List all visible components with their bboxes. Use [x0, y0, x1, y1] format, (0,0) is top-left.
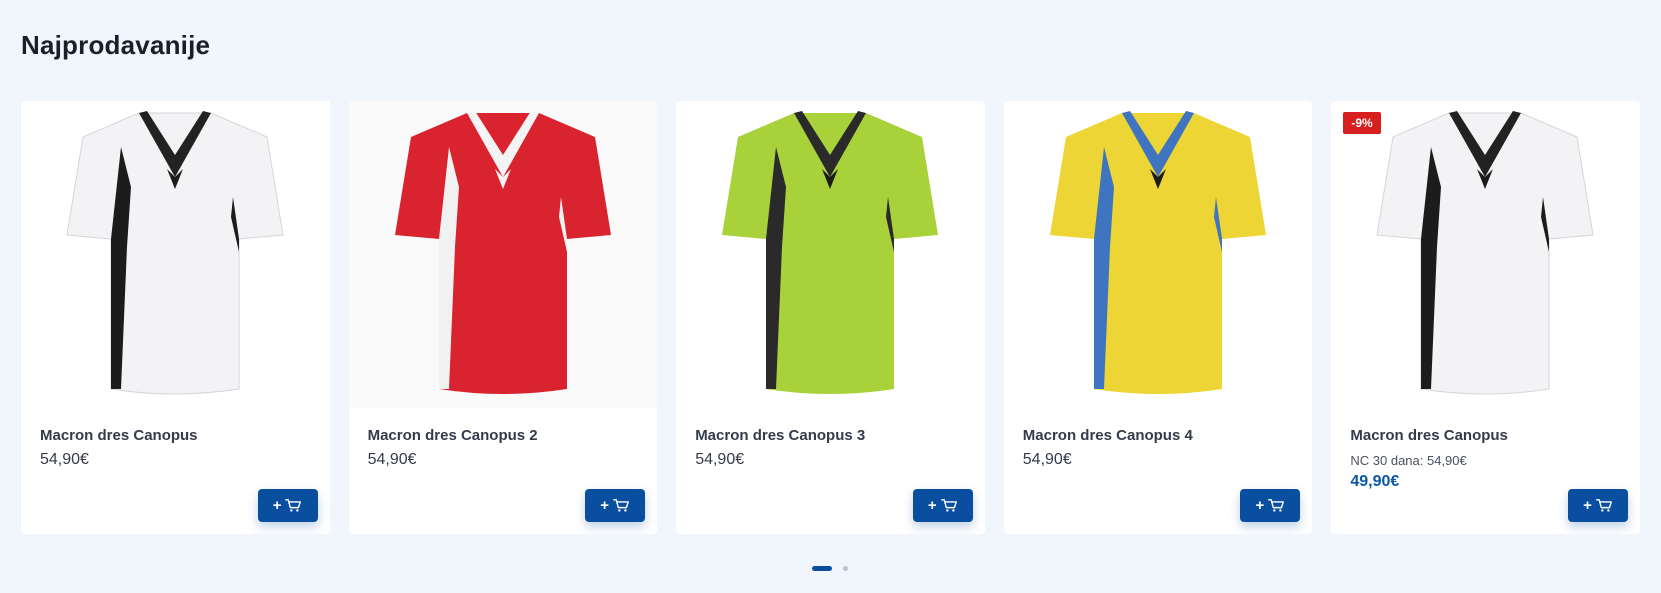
reference-price: NC 30 dana: 54,90€ [1350, 453, 1467, 468]
jersey-image [1376, 111, 1594, 395]
jersey-image [722, 111, 939, 394]
product-card[interactable]: Macron dres Canopus 3 54,90€ + [676, 101, 985, 534]
product-name[interactable]: Macron dres Canopus [40, 427, 198, 444]
product-card[interactable]: Macron dres Canopus 54,90€ + [21, 101, 330, 534]
cart-icon [613, 499, 629, 512]
discount-badge: -9% [1343, 112, 1381, 134]
jersey-image [66, 111, 284, 395]
product-name[interactable]: Macron dres Canopus 3 [695, 427, 865, 444]
section-title: Najprodavanije [21, 30, 211, 60]
cart-icon [1268, 499, 1285, 512]
add-to-cart-button[interactable]: + [1240, 489, 1301, 522]
plus-label: + [1255, 497, 1265, 514]
product-carousel: Macron dres Canopus 54,90€ + Macron dres… [21, 101, 1640, 534]
product-image[interactable] [21, 101, 330, 408]
plus-label: + [600, 497, 610, 514]
plus-label: + [1583, 497, 1592, 514]
sale-price: 49,90€ [1350, 473, 1400, 490]
cart-icon [1595, 499, 1612, 512]
cart-icon [285, 499, 302, 512]
add-to-cart-button[interactable]: + [585, 489, 646, 522]
pagination-dot-1[interactable] [812, 566, 832, 571]
product-image[interactable]: -9% [1331, 101, 1640, 408]
product-card[interactable]: Macron dres Canopus 2 54,90€ + [348, 101, 658, 534]
product-card[interactable]: -9% Macron dres Canopus NC 30 dana: 54,9… [1331, 101, 1640, 534]
jersey-image [1049, 111, 1266, 394]
product-image[interactable] [1003, 101, 1313, 408]
product-name[interactable]: Macron dres Canopus 4 [1023, 427, 1193, 444]
add-to-cart-button[interactable]: + [912, 489, 973, 522]
product-card[interactable]: Macron dres Canopus 4 54,90€ + [1003, 101, 1313, 534]
product-name[interactable]: Macron dres Canopus [1350, 427, 1508, 444]
plus-label: + [927, 497, 937, 514]
product-name[interactable]: Macron dres Canopus 2 [368, 427, 538, 444]
product-price: 54,90€ [40, 451, 89, 468]
add-to-cart-button[interactable]: + [1567, 489, 1628, 522]
product-price: 54,90€ [367, 451, 417, 468]
product-image[interactable] [348, 101, 658, 408]
pagination-dot-2[interactable] [843, 566, 848, 571]
cart-icon [940, 499, 957, 512]
product-price: 54,90€ [695, 451, 745, 468]
add-to-cart-button[interactable]: + [257, 489, 318, 522]
product-image[interactable] [676, 101, 985, 408]
plus-label: + [272, 497, 282, 514]
jersey-image [394, 111, 611, 394]
product-price: 54,90€ [1022, 451, 1072, 468]
carousel-pagination [812, 566, 848, 571]
